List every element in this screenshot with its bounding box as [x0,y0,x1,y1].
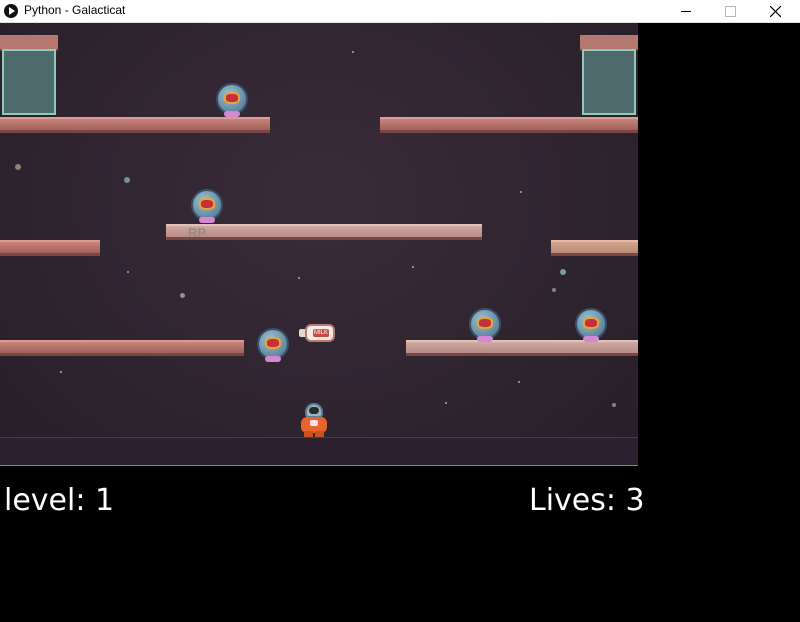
star [552,288,556,292]
lives-counter: Lives: 3 [529,483,645,518]
star [518,381,520,383]
platform-label: RP [188,225,207,240]
star [352,51,354,53]
platform-low-right [406,340,638,356]
platform-middle: RP [166,224,482,240]
window-title: Python - Galacticat [24,3,126,17]
ground-edge [0,465,638,466]
space-monster-enemy [469,308,501,342]
star [445,402,447,404]
tank-glass [582,49,636,115]
star [60,371,62,373]
close-button[interactable] [753,0,798,22]
close-icon [770,5,781,17]
platform-mid-left [0,240,100,256]
astronaut-cat-player [296,403,332,439]
star [612,403,616,407]
platform-mid-right [551,240,638,256]
game-canvas[interactable]: RP MILK [0,23,638,466]
star [412,266,414,268]
window-titlebar: Python - Galacticat [0,0,800,23]
minimize-button[interactable] [663,0,708,22]
star [127,271,129,273]
python-launcher-icon [4,4,18,18]
star [124,177,130,183]
platform-low-left [0,340,244,356]
level-indicator: level: 1 [4,483,115,518]
star [520,191,522,193]
space-monster-enemy [257,328,289,362]
star [298,277,300,279]
star [560,269,566,275]
space-monster-enemy [191,189,223,223]
minimize-icon [680,10,691,12]
platform-top-left [0,117,270,133]
maximize-button[interactable] [708,0,753,22]
tank-glass [2,49,56,115]
milk-bottle-pickup: MILK [299,324,335,342]
star [180,293,185,298]
space-monster-enemy [575,308,607,342]
space-monster-enemy [216,83,248,117]
pickup-label: MILK [313,329,329,337]
specimen-tank-left [0,35,58,127]
platform-top-right [380,117,638,133]
star [15,164,21,170]
ground-floor [0,437,638,466]
maximize-icon [725,5,736,17]
specimen-tank-right [580,35,638,127]
